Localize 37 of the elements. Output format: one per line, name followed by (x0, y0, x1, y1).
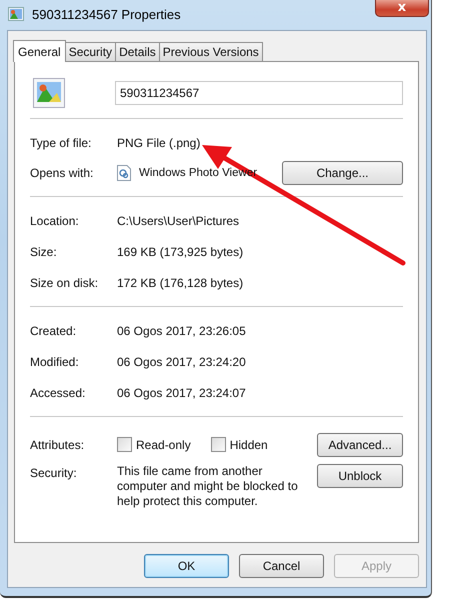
field-label: Opens with: (30, 166, 94, 180)
checkbox-label: Read-only (136, 438, 191, 452)
image-file-icon (8, 7, 24, 21)
field-value: 172 KB (176,128 bytes) (117, 276, 244, 290)
unblock-button[interactable]: Unblock (317, 464, 403, 488)
field-label: Created: (30, 324, 78, 338)
field-label: Type of file: (30, 136, 92, 150)
field-label: Security: (30, 465, 78, 480)
field-label: Accessed: (30, 386, 86, 400)
checkbox[interactable] (117, 437, 132, 452)
tab[interactable]: General (13, 40, 66, 62)
field-value: 169 KB (173,925 bytes) (117, 244, 244, 258)
field-label: Size: (30, 244, 58, 258)
tab[interactable]: Details (115, 42, 160, 61)
field-value: 06 Ogos 2017, 23:24:07 (117, 386, 246, 400)
field-label: Size on disk: (30, 276, 100, 290)
field-label: Modified: (30, 354, 80, 368)
checkbox[interactable] (210, 437, 226, 452)
field-label: Attributes: (30, 438, 86, 452)
advanced-button[interactable]: Advanced... (317, 432, 403, 456)
tab[interactable]: Security (64, 42, 116, 61)
field-value: 06 Ogos 2017, 23:26:05 (117, 324, 246, 338)
photo-viewer-icon (117, 165, 131, 181)
field-value: C:\Users\User\Pictures (117, 214, 240, 228)
change-button[interactable]: Change... (282, 161, 403, 185)
window-title: 590311234567 Properties (32, 6, 181, 22)
close-button[interactable]: x (375, 0, 429, 17)
field-value: PNG File (.png) (117, 136, 200, 150)
dialog-button[interactable]: Cancel (239, 554, 324, 578)
field-value: 06 Ogos 2017, 23:24:20 (117, 354, 246, 368)
security-message: This file came from another computer and might be blocked to help protect this computer. (117, 464, 299, 509)
field-label: Location: (30, 214, 80, 228)
tab[interactable]: Previous Versions (158, 42, 263, 61)
image-file-icon (33, 78, 65, 108)
dialog-button[interactable]: OK (144, 554, 229, 578)
checkbox-label: Hidden (230, 438, 268, 452)
file-name-field[interactable]: 590311234567 (115, 81, 403, 105)
